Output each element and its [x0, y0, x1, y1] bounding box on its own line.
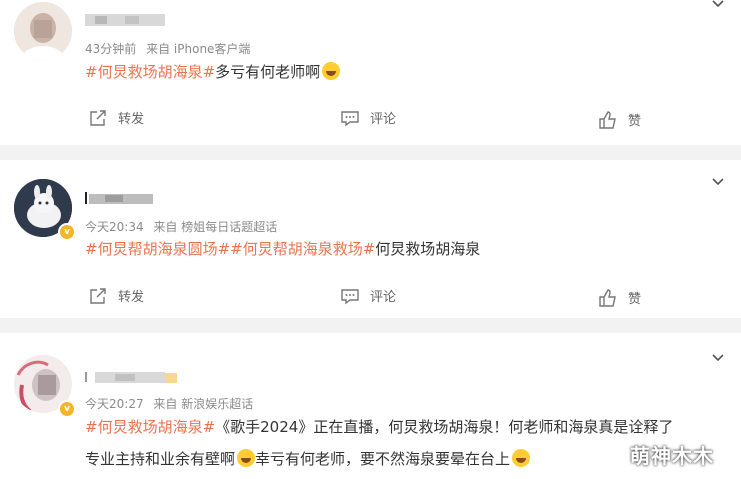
topic-link[interactable]: #何炅救场胡海泉#: [85, 63, 215, 81]
post-source: 来自 榜姐每日话题超话: [153, 220, 278, 234]
post-separator: [0, 145, 741, 160]
like-icon: [599, 110, 616, 129]
post-meta: 43分钟前 来自 iPhone客户端: [85, 40, 256, 57]
vip-badge-icon: v: [58, 223, 76, 241]
post-source: 来自 新浪娱乐超话: [153, 397, 254, 411]
laugh-emoji-icon: [237, 449, 256, 467]
vip-badge-icon: v: [58, 400, 76, 418]
comment-icon: [341, 288, 359, 304]
post-source: 来自 iPhone客户端: [146, 42, 251, 56]
like-label: 赞: [628, 292, 642, 307]
post-text-line-2: 专业主持和业余有壁啊 幸亏有何老师，要不然海泉要晕在台上: [85, 444, 531, 474]
repost-icon: [90, 287, 106, 304]
post-body: 《歌手2024》正在直播，何炅救场胡海泉！何老师和海泉真是诠释了: [215, 418, 674, 436]
avatar[interactable]: [14, 2, 72, 60]
post-body: 专业主持和业余有壁啊: [85, 450, 236, 468]
like-label: 赞: [628, 114, 642, 129]
post-time[interactable]: 43分钟前: [85, 42, 136, 56]
post-separator: [0, 318, 741, 333]
topic-link[interactable]: #何炅帮胡海泉救场#: [230, 240, 375, 258]
action-bar: 转发 评论 赞: [0, 286, 741, 307]
comment-label: 评论: [370, 290, 397, 305]
like-button[interactable]: 赞: [598, 110, 641, 129]
post-text-line-1: #何炅救场胡海泉#《歌手2024》正在直播，何炅救场胡海泉！何老师和海泉真是诠释…: [85, 412, 673, 442]
topic-link[interactable]: #何炅救场胡海泉#: [85, 418, 215, 436]
like-icon: [599, 288, 616, 307]
post-card: v 今天20:34 来自 榜姐每日话题超话 #何炅帮胡海泉圆场##何炅帮胡海泉救…: [0, 160, 741, 318]
comment-icon: [341, 110, 359, 126]
post-time[interactable]: 今天20:27: [85, 397, 144, 411]
laugh-emoji-icon: [512, 449, 531, 467]
avatar-image: [14, 2, 72, 60]
username-blurred[interactable]: [85, 368, 185, 383]
comment-button[interactable]: 评论: [340, 108, 396, 127]
post-body: 何炅救场胡海泉: [375, 240, 481, 258]
post-time[interactable]: 今天20:34: [85, 220, 144, 234]
post-meta: 今天20:34 来自 榜姐每日话题超话: [85, 218, 283, 235]
like-button[interactable]: 赞: [598, 288, 641, 307]
repost-label: 转发: [118, 112, 145, 127]
repost-icon: [90, 109, 106, 126]
post-body: 多亏有何老师啊: [215, 63, 321, 81]
username-blurred[interactable]: [85, 190, 175, 205]
laugh-emoji-icon: [322, 62, 341, 80]
username-blurred[interactable]: [85, 12, 175, 27]
watermark: 萌神木木: [630, 444, 714, 468]
comment-label: 评论: [370, 112, 397, 127]
repost-button[interactable]: 转发: [88, 108, 144, 127]
post-text: #何炅救场胡海泉#多亏有何老师啊: [85, 57, 341, 87]
post-meta: 今天20:27 来自 新浪娱乐超话: [85, 395, 259, 412]
repost-label: 转发: [118, 290, 145, 305]
topic-link[interactable]: #何炅帮胡海泉圆场#: [85, 240, 230, 258]
chevron-down-icon[interactable]: [710, 350, 726, 366]
chevron-down-icon[interactable]: [710, 174, 726, 190]
action-bar: 转发 评论 赞: [0, 108, 741, 129]
chevron-down-icon[interactable]: [710, 0, 726, 12]
comment-button[interactable]: 评论: [340, 286, 396, 305]
post-card: 43分钟前 来自 iPhone客户端 #何炅救场胡海泉#多亏有何老师啊 转发 评…: [0, 0, 741, 145]
post-text: #何炅帮胡海泉圆场##何炅帮胡海泉救场#何炅救场胡海泉: [85, 234, 480, 264]
repost-button[interactable]: 转发: [88, 286, 144, 305]
post-body: 幸亏有何老师，要不然海泉要晕在台上: [255, 450, 511, 468]
